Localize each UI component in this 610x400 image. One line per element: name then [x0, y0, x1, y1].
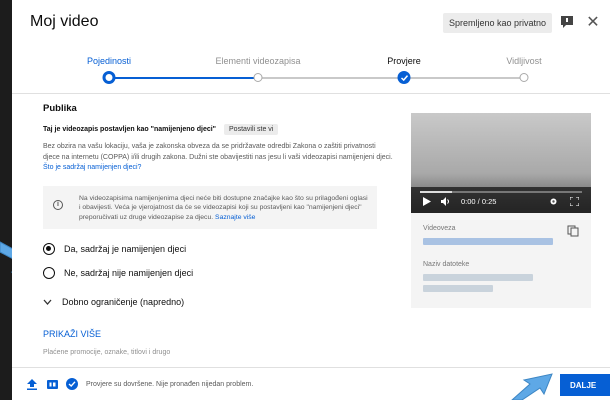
- save-status-badge: Spremljeno kao privatno: [442, 13, 552, 33]
- step-connector-2: [259, 77, 403, 79]
- upload-icon[interactable]: [26, 378, 38, 390]
- radio-not-for-kids[interactable]: Ne, sadržaj nije namijenjen djeci: [43, 263, 393, 283]
- video-metadata: Videoveza Naziv datoteke: [411, 213, 591, 308]
- kids-set-by-badge: Postavili ste vi: [224, 124, 279, 135]
- step-connector-3: [406, 77, 522, 79]
- video-link-label: Videoveza: [423, 225, 456, 232]
- player-progress-fill: [420, 191, 453, 193]
- settings-gear-icon[interactable]: [549, 197, 558, 206]
- radio-made-for-kids[interactable]: Da, sadržaj je namijenjen djeci: [43, 239, 393, 259]
- copy-icon[interactable]: [567, 225, 579, 237]
- step-checks-done-icon[interactable]: [397, 71, 411, 84]
- checks-status-text: Provjere su dovršene. Nije pronađen nije…: [86, 380, 254, 388]
- dialog-title: Moj video: [30, 13, 99, 30]
- age-restriction-label[interactable]: Dobno ograničenje (napredno): [62, 297, 184, 307]
- radio-no-label[interactable]: Ne, sadržaj nije namijenjen djeci: [64, 268, 193, 278]
- fullscreen-icon[interactable]: [570, 197, 579, 206]
- audience-section: Publika Taj je videozapis postavljen kao…: [43, 95, 393, 356]
- kids-info-box: i Na videozapisima namijenjenima djeci n…: [43, 185, 377, 229]
- age-restriction-toggle[interactable]: Dobno ograničenje (napredno): [43, 297, 393, 307]
- step-details-current-icon[interactable]: [102, 71, 116, 84]
- player-controls: 0:00 / 0:25: [411, 187, 591, 213]
- next-button[interactable]: DALJE: [560, 374, 610, 396]
- coppa-text: Bez obzira na vašu lokaciju, vaša je zak…: [43, 143, 393, 161]
- step-connector-1: [109, 77, 257, 79]
- radio-no-icon[interactable]: [43, 267, 55, 279]
- tab-checks[interactable]: Provjere: [387, 56, 421, 66]
- learn-more-link[interactable]: Saznajte više: [215, 214, 255, 221]
- kids-status-line: Taj je videozapis postavljen kao "namije…: [43, 124, 393, 135]
- dialog-header: Moj video Spremljeno kao privatno ✕: [12, 0, 610, 44]
- kids-radio-group: Da, sadržaj je namijenjen djeci Ne, sadr…: [43, 239, 393, 283]
- player-time: 0:00 / 0:25: [461, 197, 497, 206]
- tab-details[interactable]: Pojedinosti: [87, 56, 131, 66]
- progress-stepper: Pojedinosti Elementi videozapisa Provjer…: [12, 44, 610, 94]
- player-progress-bar[interactable]: [420, 191, 582, 193]
- kids-status-text: Taj je videozapis postavljen kao "namije…: [43, 126, 217, 133]
- video-player[interactable]: 0:00 / 0:25: [411, 113, 591, 213]
- close-icon[interactable]: ✕: [584, 12, 602, 32]
- filename-blurred: [423, 274, 533, 281]
- player-controls-row: 0:00 / 0:25: [423, 197, 579, 206]
- play-icon[interactable]: [423, 197, 431, 206]
- video-link-blurred[interactable]: [423, 238, 553, 245]
- filename-blurred-2: [423, 285, 493, 292]
- feedback-icon[interactable]: [559, 13, 575, 31]
- volume-icon[interactable]: [441, 197, 451, 206]
- show-more-description: Plaćene promocije, oznake, titlovi i dru…: [43, 349, 171, 356]
- video-preview-panel: 0:00 / 0:25 Videoveza Naziv datoteke: [411, 113, 591, 308]
- filename-label: Naziv datoteke: [423, 261, 470, 268]
- step-visibility-pending-icon[interactable]: [519, 73, 529, 82]
- kids-content-link[interactable]: Što je sadržaj namijenjen djeci?: [43, 164, 141, 171]
- tab-video-elements[interactable]: Elementi videozapisa: [215, 56, 300, 66]
- player-right-controls: [549, 197, 579, 206]
- checks-done-icon[interactable]: [66, 378, 78, 390]
- radio-yes-icon[interactable]: [43, 243, 55, 255]
- step-elements-pending-icon[interactable]: [253, 73, 263, 82]
- radio-yes-label[interactable]: Da, sadržaj je namijenjen djeci: [64, 244, 186, 254]
- coppa-paragraph: Bez obzira na vašu lokaciju, vaša je zak…: [43, 142, 393, 174]
- callout-arrow-bottom: [511, 373, 553, 400]
- hd-icon[interactable]: [46, 378, 58, 390]
- details-content: Publika Taj je videozapis postavljen kao…: [12, 95, 610, 367]
- tab-visibility[interactable]: Vidljivost: [506, 56, 541, 66]
- show-more-button[interactable]: PRIKAŽI VIŠE: [43, 329, 393, 339]
- upload-dialog: Moj video Spremljeno kao privatno ✕ Poje…: [12, 0, 610, 400]
- chevron-down-icon: [43, 299, 52, 305]
- info-icon: i: [53, 199, 63, 210]
- audience-heading: Publika: [43, 103, 77, 114]
